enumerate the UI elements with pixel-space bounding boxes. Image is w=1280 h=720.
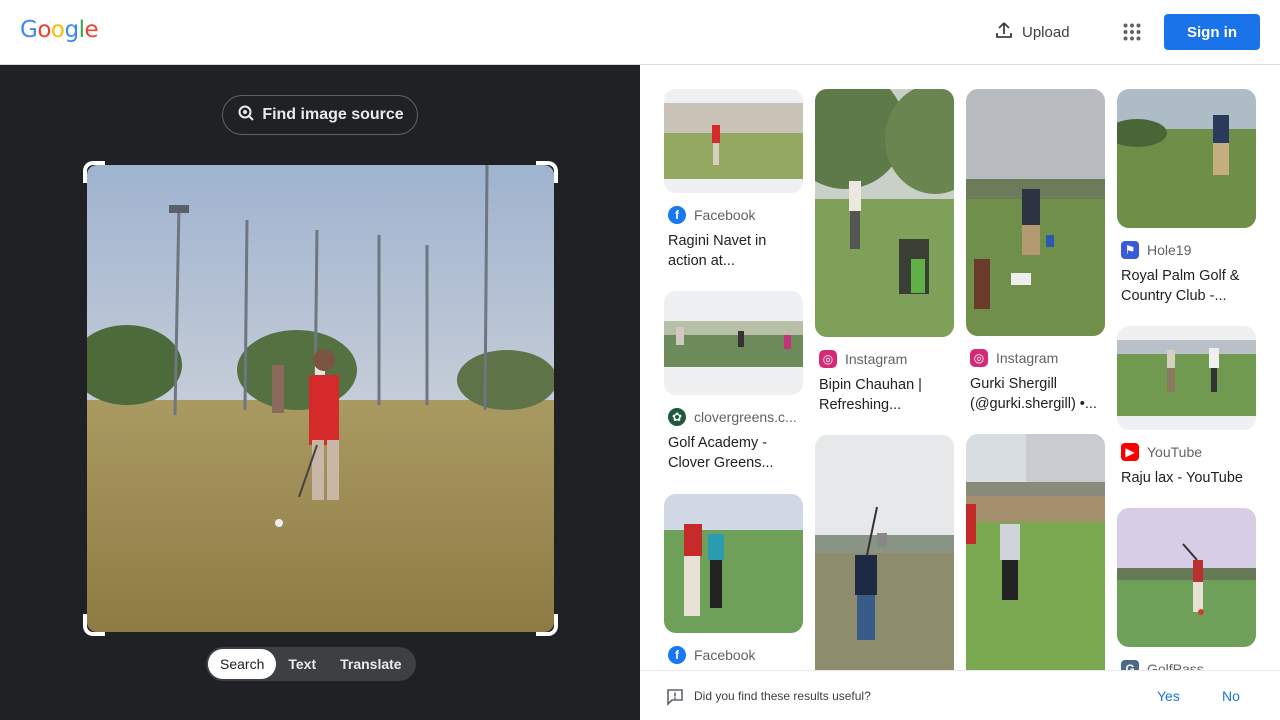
result-source-name: Facebook: [694, 647, 756, 663]
result-card[interactable]: ✿ clovergreens.c... Golf Academy - Clover…: [664, 291, 803, 473]
clovergreens-icon: ✿: [668, 408, 686, 426]
result-title[interactable]: Royal Palm Golf & Country Club -...: [1117, 266, 1256, 306]
result-card[interactable]: ▶ YouTube Raju lax - YouTube: [1117, 326, 1256, 508]
google-logo[interactable]: Google: [20, 17, 99, 43]
feedback-icon: [666, 688, 684, 711]
result-source: ◎ Instagram: [966, 348, 1105, 368]
visual-matches-grid: f Facebook Ragini Navet in action at... ✿…: [640, 65, 1280, 670]
instagram-icon: ◎: [970, 349, 988, 367]
result-card[interactable]: ◎ Instagram Gurki Shergill (@gurki.shergi…: [966, 89, 1105, 414]
result-source-name: Facebook: [694, 207, 756, 223]
result-title[interactable]: Golf Academy - Clover Greens...: [664, 433, 803, 473]
result-source: f Facebook: [664, 645, 803, 665]
result-title[interactable]: Gurki Shergill (@gurki.shergill) •...: [966, 374, 1105, 414]
find-image-source-button[interactable]: Find image source: [222, 95, 418, 135]
result-card[interactable]: G GolfPass: [1117, 508, 1256, 670]
lens-search-icon: [236, 103, 256, 128]
result-title[interactable]: Raju lax - YouTube: [1117, 468, 1256, 508]
result-thumbnail[interactable]: [664, 89, 803, 193]
hole19-icon: ⚑: [1121, 241, 1139, 259]
crop-handle-bottom-right[interactable]: [536, 614, 558, 636]
crop-handle-top-right[interactable]: [536, 161, 558, 183]
crop-region[interactable]: [83, 161, 558, 636]
find-image-source-label: Find image source: [262, 106, 404, 123]
result-thumbnail[interactable]: [664, 291, 803, 395]
feedback-question: Did you find these results useful?: [694, 689, 871, 703]
result-card[interactable]: [815, 435, 954, 670]
result-thumbnail[interactable]: [1117, 89, 1256, 228]
logo-letter: g: [64, 17, 79, 43]
result-source-name: YouTube: [1147, 444, 1203, 460]
apps-grid-icon[interactable]: [1116, 16, 1148, 48]
result-thumbnail[interactable]: [815, 89, 954, 337]
result-source: ▶ YouTube: [1117, 442, 1256, 462]
feedback-yes-button[interactable]: Yes: [1157, 688, 1180, 704]
result-source: ✿ clovergreens.c...: [664, 407, 803, 427]
result-title[interactable]: Bipin Chauhan | Refreshing...: [815, 375, 954, 415]
logo-letter: G: [20, 17, 38, 43]
feedback-bar: Did you find these results useful?: [640, 670, 1280, 720]
result-thumbnail[interactable]: [815, 435, 954, 670]
result-source-name: GolfPass: [1147, 661, 1204, 670]
result-title[interactable]: Ragini Navet in action at...: [664, 231, 803, 271]
top-bar: Google Upload Sign in: [0, 0, 1280, 65]
upload-icon: [994, 20, 1014, 44]
mode-text-tab[interactable]: Text: [276, 649, 328, 679]
logo-letter: o: [50, 17, 65, 43]
result-thumbnail[interactable]: [966, 434, 1105, 670]
result-source: f Facebook: [664, 205, 803, 225]
result-source-name: Instagram: [996, 350, 1059, 366]
mode-search-tab[interactable]: Search: [208, 649, 277, 679]
result-thumbnail[interactable]: [966, 89, 1105, 336]
feedback-no-button[interactable]: No: [1222, 688, 1240, 704]
result-source: ⚑ Hole19: [1117, 240, 1256, 260]
youtube-icon: ▶: [1121, 443, 1139, 461]
upload-button[interactable]: Upload: [986, 14, 1078, 50]
instagram-icon: ◎: [819, 350, 837, 368]
golfpass-icon: G: [1121, 660, 1139, 670]
result-card[interactable]: [966, 434, 1105, 670]
result-card[interactable]: f Facebook: [664, 494, 803, 665]
mode-translate-tab[interactable]: Translate: [328, 649, 413, 679]
query-image: [87, 165, 554, 632]
facebook-icon: f: [668, 206, 686, 224]
result-card[interactable]: ◎ Instagram Bipin Chauhan | Refreshing...: [815, 89, 954, 415]
lens-image-panel: Find image source Search Text Translate: [0, 65, 640, 720]
result-thumbnail[interactable]: [1117, 508, 1256, 647]
result-card[interactable]: f Facebook Ragini Navet in action at...: [664, 89, 803, 271]
lens-mode-switcher: Search Text Translate: [206, 647, 416, 681]
result-source: ◎ Instagram: [815, 349, 954, 369]
result-thumbnail[interactable]: [664, 494, 803, 633]
upload-label: Upload: [1022, 23, 1070, 41]
result-thumbnail[interactable]: [1117, 326, 1256, 430]
sign-in-button[interactable]: Sign in: [1164, 14, 1260, 50]
crop-handle-top-left[interactable]: [83, 161, 105, 183]
result-source: G GolfPass: [1117, 659, 1256, 670]
result-card[interactable]: ⚑ Hole19 Royal Palm Golf & Country Club -…: [1117, 89, 1256, 306]
logo-letter: o: [37, 17, 51, 43]
crop-handle-bottom-left[interactable]: [83, 614, 105, 636]
logo-letter: e: [84, 17, 99, 43]
result-source-name: Hole19: [1147, 242, 1192, 258]
result-source-name: clovergreens.c...: [694, 409, 797, 425]
facebook-icon: f: [668, 646, 686, 664]
result-source-name: Instagram: [845, 351, 908, 367]
